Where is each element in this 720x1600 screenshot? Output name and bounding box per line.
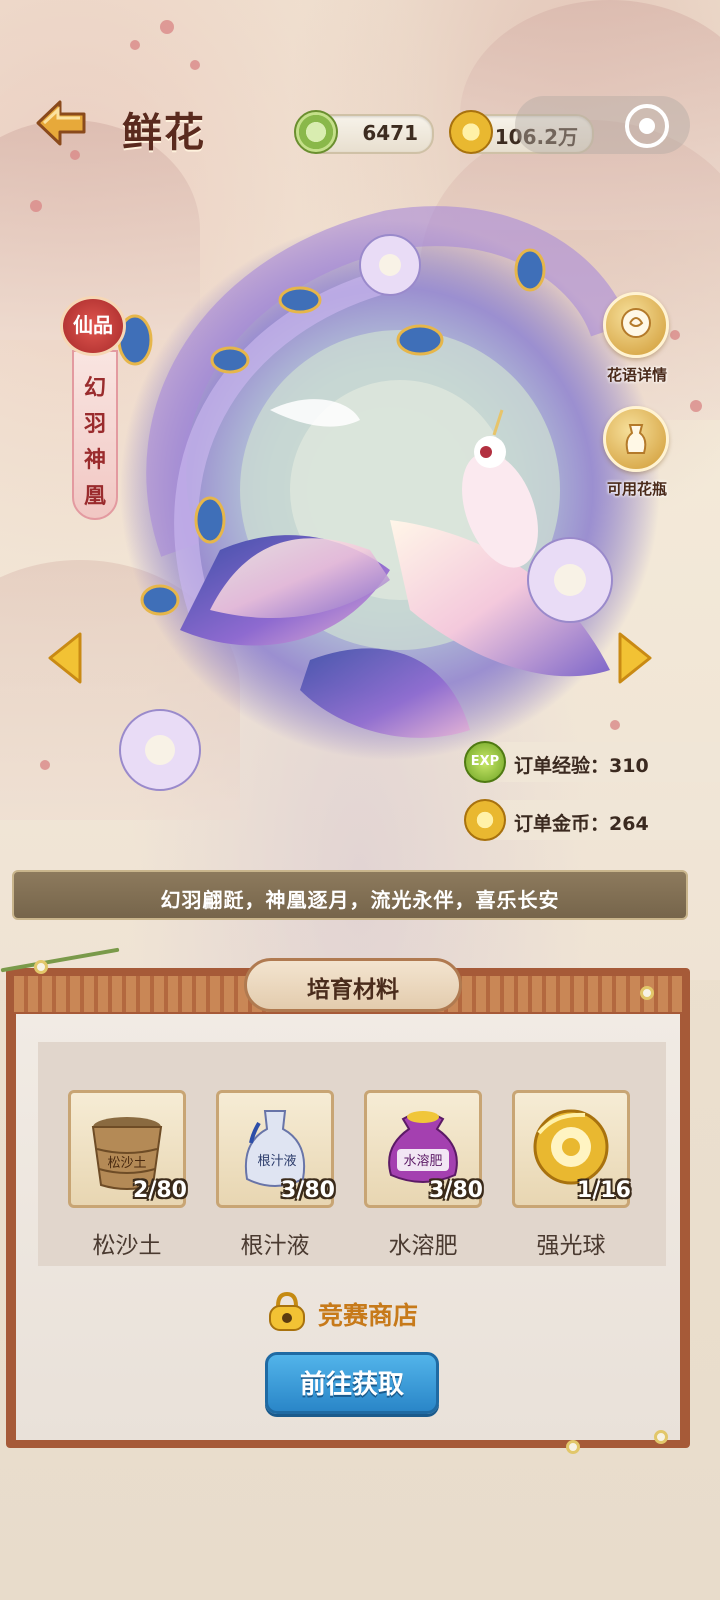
rose-icon bbox=[621, 308, 651, 338]
flower-decoration-icon bbox=[566, 1440, 580, 1454]
flower-decoration-icon bbox=[654, 1430, 668, 1444]
flower-name-text: 幻羽神凰 bbox=[83, 375, 106, 509]
page-title: 鲜花 bbox=[122, 109, 206, 156]
lock-icon bbox=[264, 1290, 310, 1332]
jade-coin-icon bbox=[294, 110, 338, 154]
flower-decoration-icon bbox=[34, 960, 48, 974]
record-icon[interactable] bbox=[625, 104, 669, 148]
flower-language-button[interactable] bbox=[603, 292, 669, 358]
arrow-left-icon bbox=[36, 100, 86, 146]
material-slot-root-juice[interactable]: 根汁液 3/80 bbox=[216, 1090, 335, 1208]
usable-vase-button[interactable] bbox=[603, 406, 669, 472]
next-flower-button[interactable] bbox=[616, 628, 656, 688]
flower-description: 幻羽翩跹，神凰逐月，流光永伴，喜乐长安 bbox=[160, 888, 560, 912]
material-count: 3/80 bbox=[281, 1178, 335, 1203]
order-exp-text: 订单经验：310 bbox=[514, 755, 649, 777]
materials-section-title: 培育材料 bbox=[307, 976, 399, 1003]
material-slot-soil[interactable]: 松沙土 2/80 bbox=[68, 1090, 187, 1208]
material-name: 根汁液 bbox=[240, 1233, 310, 1259]
gold-coin-icon bbox=[449, 110, 493, 154]
exp-icon: EXP bbox=[464, 741, 506, 783]
material-name: 松沙土 bbox=[92, 1233, 162, 1259]
root-juice-icon-label: 根汁液 bbox=[257, 1154, 296, 1169]
jade-value: 6471 bbox=[362, 121, 418, 145]
jade-currency[interactable]: 6471 bbox=[294, 110, 434, 154]
phoenix-flower-art bbox=[117, 206, 660, 791]
chevron-left-icon bbox=[48, 632, 82, 684]
flower-name: 幻羽神凰 bbox=[72, 370, 118, 514]
previous-flower-button[interactable] bbox=[44, 628, 84, 688]
chevron-right-icon bbox=[618, 632, 652, 684]
material-slot-light-orb[interactable]: 1/16 bbox=[512, 1090, 631, 1208]
material-name: 强光球 bbox=[536, 1233, 606, 1259]
order-gold-text: 订单金币：264 bbox=[514, 813, 649, 835]
rarity-badge: 仙品 bbox=[60, 296, 126, 356]
material-slot-fertilizer[interactable]: 水溶肥 3/80 bbox=[364, 1090, 483, 1208]
go-obtain-label[interactable]: 前往获取 bbox=[265, 1364, 439, 1401]
material-count: 2/80 bbox=[133, 1178, 187, 1203]
usable-vase-label: 可用花瓶 bbox=[606, 480, 667, 498]
gold-coin-icon bbox=[464, 799, 506, 841]
flower-language-label: 花语详情 bbox=[606, 366, 667, 384]
contest-shop-link[interactable]: 竞赛商店 bbox=[318, 1296, 418, 1332]
flower-decoration-icon bbox=[640, 986, 654, 1000]
fertilizer-icon-label: 水溶肥 bbox=[403, 1154, 442, 1169]
material-count: 1/16 bbox=[577, 1178, 631, 1203]
material-count: 3/80 bbox=[429, 1178, 483, 1203]
soil-icon-label: 松沙土 bbox=[107, 1156, 146, 1171]
vase-icon bbox=[625, 424, 647, 454]
back-button[interactable] bbox=[30, 92, 92, 154]
material-name: 水溶肥 bbox=[388, 1233, 458, 1259]
